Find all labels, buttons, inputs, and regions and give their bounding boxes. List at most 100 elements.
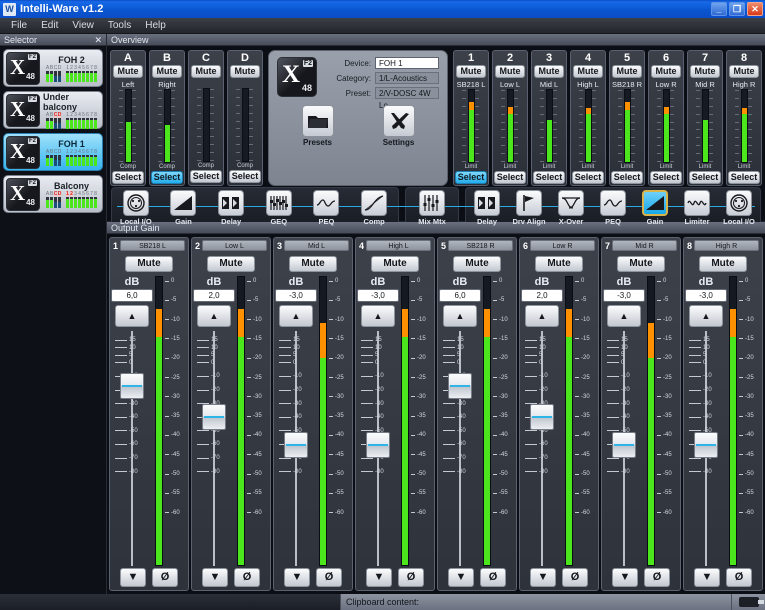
output-mute-button[interactable]: Mute — [573, 65, 603, 78]
fader-handle[interactable] — [366, 432, 390, 459]
chain-block-drv-align[interactable]: Drv Align — [508, 190, 550, 226]
polarity-button[interactable]: Ø — [480, 568, 506, 587]
menu-item-help[interactable]: Help — [138, 19, 173, 32]
chain-block-local-i-o[interactable]: Local I/O — [115, 190, 157, 226]
gain-value-input[interactable]: -3,0 — [357, 289, 399, 302]
output-mute-button[interactable]: Mute — [651, 65, 681, 78]
input-select-button[interactable]: Select — [112, 171, 144, 184]
chain-block-delay[interactable]: Delay — [210, 190, 252, 226]
selector-item[interactable]: F2 X 48 Under balcony A B C D 1 2 3 4 5 6 7 8 — [3, 91, 103, 129]
polarity-button[interactable]: Ø — [644, 568, 670, 587]
output-gain-mute-button[interactable]: Mute — [371, 256, 419, 272]
input-mute-button[interactable]: Mute — [113, 65, 143, 78]
chain-block-limiter[interactable]: Limiter — [676, 190, 718, 226]
gain-value-input[interactable]: -3,0 — [603, 289, 645, 302]
gain-up-button[interactable]: ▲ — [361, 305, 395, 327]
fader-handle[interactable] — [448, 373, 472, 400]
gain-down-button[interactable]: ▼ — [120, 568, 146, 587]
output-select-button[interactable]: Select — [650, 171, 682, 184]
gain-value-input[interactable]: 6,0 — [439, 289, 481, 302]
polarity-button[interactable]: Ø — [316, 568, 342, 587]
polarity-button[interactable]: Ø — [152, 568, 178, 587]
selector-item[interactable]: F2 X 48 FOH 2ABCD12345678 — [3, 49, 103, 87]
gain-up-button[interactable]: ▲ — [197, 305, 231, 327]
output-gain-mute-button[interactable]: Mute — [289, 256, 337, 272]
gain-down-button[interactable]: ▼ — [612, 568, 638, 587]
chain-block-local-i-o[interactable]: Local I/O — [718, 190, 760, 226]
polarity-button[interactable]: Ø — [234, 568, 260, 587]
gain-value-input[interactable]: 2,0 — [193, 289, 235, 302]
output-mute-button[interactable]: Mute — [456, 65, 486, 78]
chain-block-gain[interactable]: Gain — [162, 190, 204, 226]
output-mute-button[interactable]: Mute — [612, 65, 642, 78]
gain-value-input[interactable]: -3,0 — [685, 289, 727, 302]
output-mute-button[interactable]: Mute — [690, 65, 720, 78]
menu-item-view[interactable]: View — [65, 19, 101, 32]
fader-handle[interactable] — [202, 403, 226, 430]
input-select-button[interactable]: Select — [151, 171, 183, 184]
maximize-button[interactable]: ❐ — [729, 2, 745, 16]
gain-up-button[interactable]: ▲ — [443, 305, 477, 327]
presets-button[interactable]: Presets — [301, 105, 334, 147]
close-button[interactable]: ✕ — [747, 2, 763, 16]
output-gain-mute-button[interactable]: Mute — [453, 256, 501, 272]
menu-item-edit[interactable]: Edit — [34, 19, 65, 32]
gain-value-input[interactable]: -3,0 — [275, 289, 317, 302]
gain-down-button[interactable]: ▼ — [366, 568, 392, 587]
output-select-button[interactable]: Select — [611, 171, 643, 184]
output-gain-mute-button[interactable]: Mute — [207, 256, 255, 272]
selector-item[interactable]: F2 X 48 FOH 1ABCD12345678 — [3, 133, 103, 171]
input-mute-button[interactable]: Mute — [152, 65, 182, 78]
output-gain-mute-button[interactable]: Mute — [699, 256, 747, 272]
input-select-button[interactable]: Select — [190, 170, 222, 183]
chain-block-geq[interactable]: GEQ — [258, 190, 300, 226]
settings-button[interactable]: Settings — [382, 105, 415, 147]
device-field-value[interactable]: FOH 1 — [375, 57, 439, 69]
selector-item[interactable]: F2 X 48 Balcony A B C D 1 2 3 4 5 6 7 8 — [3, 175, 103, 213]
polarity-button[interactable]: Ø — [726, 568, 752, 587]
gain-up-button[interactable]: ▲ — [279, 305, 313, 327]
output-mute-button[interactable]: Mute — [534, 65, 564, 78]
chain-block-mix-mtx[interactable]: Mix Mtx — [411, 190, 453, 226]
close-icon[interactable]: ✕ — [94, 34, 102, 46]
output-gain-mute-button[interactable]: Mute — [125, 256, 173, 272]
chain-block-gain[interactable]: Gain — [634, 190, 676, 226]
output-mute-button[interactable]: Mute — [729, 65, 759, 78]
output-gain-mute-button[interactable]: Mute — [617, 256, 665, 272]
output-select-button[interactable]: Select — [572, 171, 604, 184]
gain-down-button[interactable]: ▼ — [284, 568, 310, 587]
gain-down-button[interactable]: ▼ — [530, 568, 556, 587]
chain-block-peq[interactable]: PEQ — [305, 190, 347, 226]
gain-value-input[interactable]: 2,0 — [521, 289, 563, 302]
output-select-button[interactable]: Select — [728, 171, 760, 184]
input-mute-button[interactable]: Mute — [230, 65, 260, 78]
fader-handle[interactable] — [612, 432, 636, 459]
fader-handle[interactable] — [530, 403, 554, 430]
output-select-button[interactable]: Select — [494, 171, 526, 184]
output-gain-mute-button[interactable]: Mute — [535, 256, 583, 272]
menu-item-tools[interactable]: Tools — [101, 19, 138, 32]
gain-down-button[interactable]: ▼ — [694, 568, 720, 587]
gain-up-button[interactable]: ▲ — [525, 305, 559, 327]
input-mute-button[interactable]: Mute — [191, 65, 221, 78]
input-select-button[interactable]: Select — [229, 170, 261, 183]
menu-item-file[interactable]: File — [4, 19, 34, 32]
output-select-button[interactable]: Select — [533, 171, 565, 184]
fader-handle[interactable] — [284, 432, 308, 459]
minimize-button[interactable]: _ — [711, 2, 727, 16]
polarity-button[interactable]: Ø — [398, 568, 424, 587]
gain-up-button[interactable]: ▲ — [115, 305, 149, 327]
chain-block-delay[interactable]: Delay — [466, 190, 508, 226]
polarity-button[interactable]: Ø — [562, 568, 588, 587]
gain-down-button[interactable]: ▼ — [202, 568, 228, 587]
output-select-button[interactable]: Select — [689, 171, 721, 184]
gain-value-input[interactable]: 6,0 — [111, 289, 153, 302]
gain-up-button[interactable]: ▲ — [689, 305, 723, 327]
output-mute-button[interactable]: Mute — [495, 65, 525, 78]
chain-block-comp[interactable]: Comp — [353, 190, 395, 226]
output-select-button[interactable]: Select — [455, 171, 487, 184]
gain-down-button[interactable]: ▼ — [448, 568, 474, 587]
chain-block-peq[interactable]: PEQ — [592, 190, 634, 226]
chain-block-x-over[interactable]: X-Over — [550, 190, 592, 226]
fader-handle[interactable] — [694, 432, 718, 459]
